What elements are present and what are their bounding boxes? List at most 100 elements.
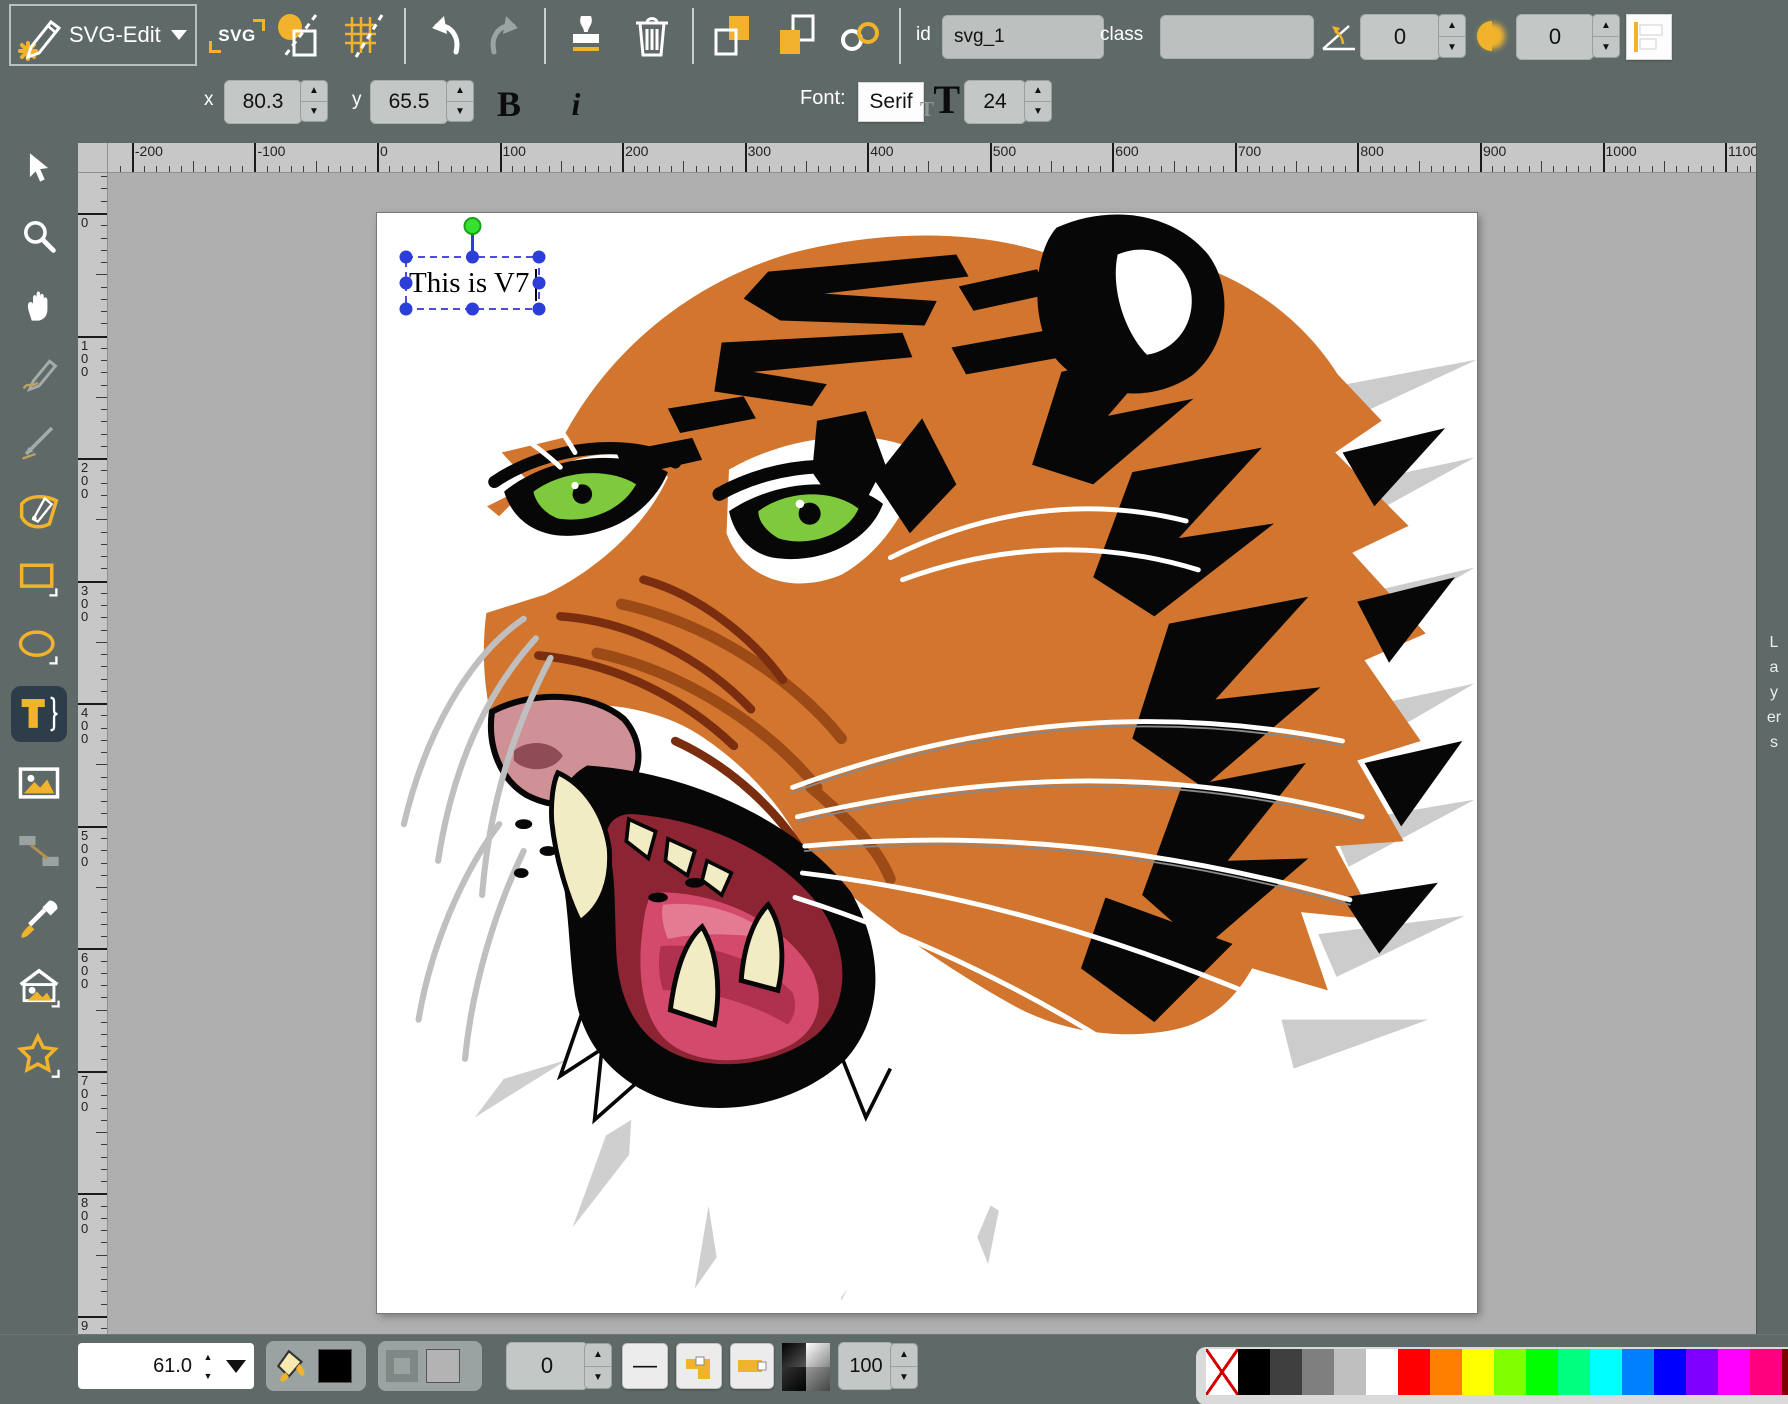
align-position-button[interactable] (1626, 14, 1672, 60)
tool-eyedropper[interactable] (11, 891, 67, 947)
magnifier-icon (21, 218, 57, 254)
tool-pan[interactable] (11, 277, 67, 333)
fill-color-control[interactable] (266, 1341, 366, 1391)
zoom-dropdown-icon[interactable] (226, 1360, 246, 1373)
class-label: class (1100, 24, 1143, 46)
move-to-top-button[interactable] (770, 8, 822, 64)
align-position-icon (1632, 20, 1666, 54)
tool-select[interactable] (11, 140, 67, 196)
palette-swatch[interactable] (1366, 1349, 1398, 1395)
angle-input[interactable] (1360, 14, 1440, 60)
vertical-ruler: 0100200300400500600700800900 (78, 173, 108, 1334)
tool-ellipse[interactable] (11, 618, 67, 674)
make-link-button[interactable] (834, 8, 888, 64)
x-spinner[interactable] (300, 80, 328, 122)
palette-swatch[interactable] (1654, 1349, 1686, 1395)
tool-image[interactable] (11, 755, 67, 811)
svg-canvas[interactable]: This is V7 (377, 213, 1477, 1313)
move-to-bottom-button[interactable] (706, 8, 758, 64)
ellipse-icon (17, 624, 61, 668)
blur-icon (1472, 16, 1512, 56)
opacity-input[interactable] (838, 1342, 894, 1390)
tool-zoom[interactable] (11, 208, 67, 264)
palette-swatch[interactable] (1782, 1349, 1788, 1395)
palette-swatch[interactable] (1270, 1349, 1302, 1395)
star-icon (16, 1033, 62, 1079)
layers-panel-toggle[interactable]: Layers (1756, 143, 1788, 1334)
stroke-color-control[interactable] (378, 1341, 482, 1391)
fill-swatch[interactable] (318, 1349, 352, 1383)
font-size-icon: T T (920, 78, 960, 122)
opacity-spinner[interactable] (890, 1343, 918, 1389)
blur-spinner[interactable] (1592, 14, 1620, 58)
clone-button[interactable] (560, 8, 612, 64)
svg-source-icon: SVG (218, 26, 255, 46)
palette-swatch[interactable] (1558, 1349, 1590, 1395)
dash-style-label: — (633, 1356, 657, 1376)
y-spinner[interactable] (446, 80, 474, 122)
tool-text[interactable] (11, 686, 67, 742)
selected-text-element[interactable]: This is V7 (409, 260, 529, 306)
element-id-input[interactable] (942, 15, 1104, 59)
color-palette (1196, 1347, 1788, 1404)
palette-swatch[interactable] (1526, 1349, 1558, 1395)
main-menu-button[interactable]: SVG-Edit (9, 4, 197, 66)
palette-swatch[interactable] (1686, 1349, 1718, 1395)
stroke-width-input[interactable] (506, 1342, 588, 1390)
palette-swatch[interactable] (1590, 1349, 1622, 1395)
stroke-join-button[interactable] (676, 1343, 722, 1389)
connector-icon (17, 831, 61, 871)
zoom-spinner[interactable] (198, 1347, 218, 1385)
palette-swatch[interactable] (1430, 1349, 1462, 1395)
stroke-cap-button[interactable] (730, 1343, 774, 1389)
y-input[interactable] (370, 80, 448, 124)
palette-swatch[interactable] (1718, 1349, 1750, 1395)
palette-swatch[interactable] (1750, 1349, 1782, 1395)
bold-button[interactable]: B (484, 76, 534, 132)
italic-button[interactable]: i (556, 76, 596, 132)
tool-connector[interactable] (11, 823, 67, 879)
zoom-control[interactable]: 61.0 (78, 1343, 254, 1389)
ruler-corner (78, 143, 108, 173)
tool-star[interactable] (11, 1028, 67, 1084)
source-editor-button[interactable]: SVG (210, 8, 264, 64)
x-input[interactable] (224, 80, 302, 124)
wireframe-button[interactable] (272, 8, 326, 64)
tool-rectangle[interactable] (11, 550, 67, 606)
element-class-input[interactable] (1160, 15, 1314, 59)
opacity-gradient-icon[interactable] (782, 1343, 830, 1391)
pencil-icon (19, 353, 59, 393)
grid-button[interactable] (338, 8, 392, 64)
blur-input[interactable] (1516, 14, 1594, 60)
image-icon (17, 763, 61, 803)
palette-swatch[interactable] (1238, 1349, 1270, 1395)
tool-path[interactable] (11, 482, 67, 538)
undo-button[interactable] (420, 8, 470, 64)
stroke-swatch[interactable] (426, 1349, 460, 1383)
palette-swatch[interactable] (1302, 1349, 1334, 1395)
redo-button[interactable] (480, 8, 530, 64)
palette-swatch[interactable] (1622, 1349, 1654, 1395)
stroke-width-spinner[interactable] (584, 1343, 612, 1389)
tool-pencil[interactable] (11, 345, 67, 401)
palette-swatch[interactable] (1462, 1349, 1494, 1395)
rectangle-icon (17, 556, 61, 600)
y-label: y (352, 89, 362, 111)
stroke-dash-button[interactable]: — (622, 1343, 668, 1389)
palette-swatch[interactable] (1494, 1349, 1526, 1395)
tool-shape-library[interactable] (11, 960, 67, 1016)
font-size-spinner[interactable] (1024, 80, 1052, 122)
tiger-artwork (377, 213, 1477, 1313)
palette-swatch[interactable] (1398, 1349, 1430, 1395)
font-size-input[interactable] (964, 80, 1026, 124)
angle-spinner[interactable] (1438, 14, 1466, 58)
toolbar-separator (404, 8, 406, 64)
font-family-button[interactable]: Serif (858, 82, 924, 122)
palette-swatch[interactable] (1206, 1349, 1238, 1395)
line-icon (19, 421, 59, 461)
delete-button[interactable] (626, 8, 678, 64)
palette-swatch[interactable] (1334, 1349, 1366, 1395)
stroke-ring-icon (386, 1350, 418, 1382)
tool-line[interactable] (11, 413, 67, 469)
workspace[interactable]: This is V7 (108, 173, 1756, 1334)
